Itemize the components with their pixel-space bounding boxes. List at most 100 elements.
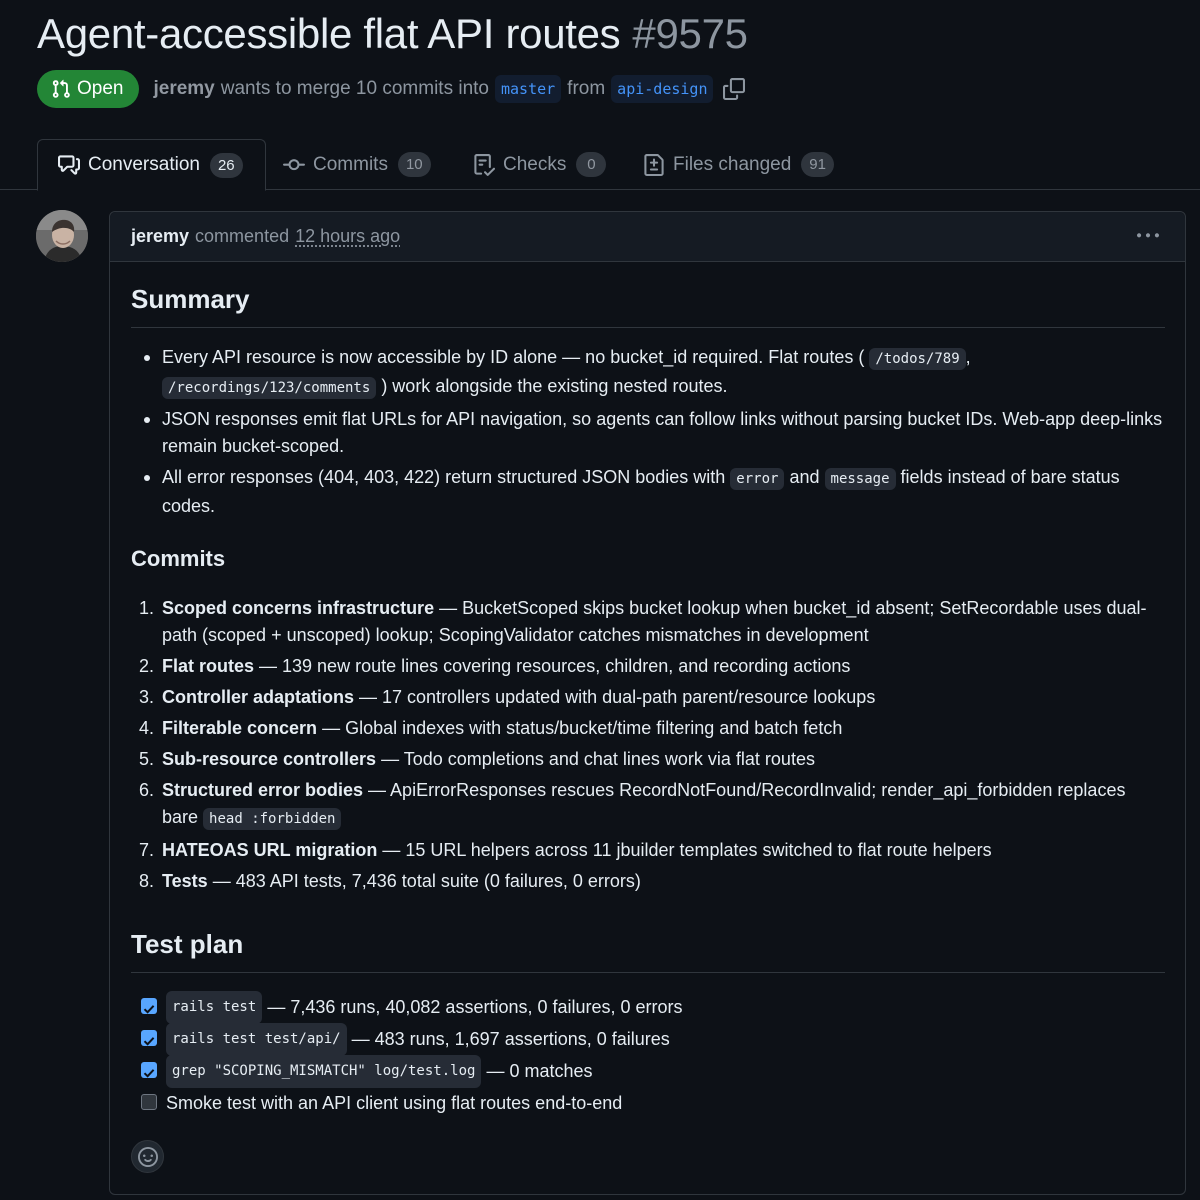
commit-description: — 483 API tests, 7,436 total suite (0 fa… [207, 871, 641, 891]
task-checkbox-checked[interactable] [141, 998, 157, 1014]
comment-discussion-icon [58, 155, 80, 175]
commits-heading: Commits [131, 546, 226, 571]
checklist-icon [474, 153, 495, 176]
list-item: Every API resource is now accessible by … [131, 344, 1165, 402]
test-plan-list: rails test — 7,436 runs, 40,082 assertio… [131, 990, 1165, 1119]
task-checkbox-checked[interactable] [141, 1062, 157, 1078]
tab-files-changed-label: Files changed [673, 153, 792, 175]
tab-conversation-label: Conversation [88, 154, 200, 175]
pr-meta-row: Open jeremy wants to merge 10 commits in… [37, 70, 746, 108]
add-reaction-button[interactable] [131, 1140, 164, 1173]
tab-commits[interactable]: Commits 10 [283, 139, 431, 190]
merge-text: wants to merge 10 commits into [220, 78, 489, 99]
pr-title: Agent-accessible flat API routes #9575 [37, 10, 748, 58]
inline-code: rails test [166, 990, 263, 1024]
inline-code: grep "SCOPING_MISMATCH" log/test.log [166, 1054, 482, 1088]
list-number: 1. [139, 598, 155, 618]
list-item: 7. HATEOAS URL migration — 15 URL helpers… [131, 837, 1165, 864]
summary-text: Every API resource is now accessible by … [162, 347, 865, 367]
pr-tabs: Conversation 26 Commits 10 Checks 0 File… [0, 139, 1200, 191]
commit-description: — 15 URL helpers across 11 jbuilder temp… [377, 840, 992, 860]
commit-title: HATEOAS URL migration [162, 840, 378, 860]
list-number: 8. [139, 871, 155, 891]
summary-text: JSON responses emit flat URLs for API na… [162, 409, 1163, 456]
task-item: rails test test/api/ — 483 runs, 1,697 a… [131, 1022, 1165, 1056]
avatar[interactable] [36, 210, 88, 262]
check-icon [143, 1069, 155, 1078]
task-item: grep "SCOPING_MISMATCH" log/test.log — 0… [131, 1054, 1165, 1088]
git-commit-icon [283, 158, 305, 170]
comment-menu-button[interactable] [1137, 225, 1159, 253]
commit-title: Scoped concerns infrastructure [162, 598, 435, 618]
tab-files-changed[interactable]: Files changed 91 [643, 139, 834, 190]
task-text: Smoke test with an API client using flat… [166, 1092, 623, 1113]
summary-text: ) work alongside the existing nested rou… [381, 376, 728, 396]
commit-title: Sub-resource controllers [162, 749, 377, 769]
list-number: 4. [139, 718, 155, 738]
inline-code: message [824, 468, 896, 490]
inline-code: rails test test/api/ [166, 1022, 347, 1056]
commits-list: 1. Scoped concerns infrastructure — Bucke… [131, 595, 1165, 899]
task-text: — 483 runs, 1,697 assertions, 0 failures [351, 1028, 670, 1049]
pr-title-text: Agent-accessible flat API routes [37, 10, 621, 57]
comment-action: commented [195, 226, 290, 246]
commit-description: — 17 controllers updated with dual-path … [354, 687, 876, 707]
check-icon [143, 1005, 155, 1014]
commit-description: — 139 new route lines covering resources… [254, 656, 851, 676]
pr-author-link[interactable]: jeremy [153, 78, 214, 100]
state-label: Open [77, 78, 124, 99]
head-branch[interactable]: api-design [611, 75, 714, 103]
task-checkbox-checked[interactable] [141, 1030, 157, 1046]
list-number: 6. [139, 780, 155, 800]
list-item: 3. Controller adaptations — 17 controller… [131, 684, 1165, 711]
summary-list: Every API resource is now accessible by … [131, 344, 1165, 524]
comment-header: jeremy commented 12 hours ago [110, 212, 1185, 262]
test-plan-heading: Test plan [131, 929, 1165, 973]
comment-author[interactable]: jeremy [131, 226, 189, 247]
git-pull-request-icon [52, 79, 70, 98]
summary-heading: Summary [131, 284, 1165, 328]
task-text: — 7,436 runs, 40,082 assertions, 0 failu… [267, 996, 683, 1017]
base-branch[interactable]: master [494, 75, 562, 103]
task-checkbox-unchecked[interactable] [141, 1094, 157, 1110]
comment-box: jeremy commented 12 hours ago Summary Ev… [109, 211, 1186, 1195]
list-item: 2. Flat routes — 139 new route lines cove… [131, 653, 1165, 680]
tab-checks[interactable]: Checks 0 [473, 139, 607, 190]
tab-checks-count: 0 [576, 152, 607, 177]
commit-description: — Todo completions and chat lines work v… [376, 749, 815, 769]
tab-conversation-count: 26 [209, 152, 243, 178]
list-item: All error responses (404, 403, 422) retu… [131, 464, 1165, 520]
list-item: 5. Sub-resource controllers — Todo comple… [131, 746, 1165, 773]
tab-files-changed-count: 91 [801, 152, 834, 177]
summary-text: and [789, 467, 820, 487]
list-number: 3. [139, 687, 155, 707]
tab-conversation[interactable]: Conversation 26 [37, 139, 266, 191]
avatar-photo [36, 210, 88, 262]
task-text: — 0 matches [486, 1060, 593, 1081]
summary-text: , [965, 347, 971, 367]
file-diff-icon [644, 153, 664, 176]
from-text: from [567, 78, 606, 99]
inline-code: error [730, 468, 785, 490]
task-item: Smoke test with an API client using flat… [131, 1087, 1165, 1119]
check-icon [143, 1037, 155, 1046]
task-item: rails test — 7,436 runs, 40,082 assertio… [131, 990, 1165, 1024]
kebab-horizontal-icon [1137, 233, 1159, 238]
commit-title: Controller adaptations [162, 687, 355, 707]
list-item: 4. Filterable concern — Global indexes wi… [131, 715, 1165, 742]
state-badge: Open [37, 70, 140, 108]
list-number: 7. [139, 840, 155, 860]
tab-commits-label: Commits [313, 153, 388, 175]
commit-title: Flat routes [162, 656, 255, 676]
commit-title: Tests [162, 871, 208, 891]
commit-title: Filterable concern [162, 718, 318, 738]
comment-timestamp[interactable]: 12 hours ago [295, 226, 400, 247]
list-number: 5. [139, 749, 155, 769]
copy-branch-button[interactable] [723, 78, 746, 100]
inline-code: /recordings/123/comments [162, 377, 377, 399]
pr-number: #9575 [632, 10, 748, 57]
commit-description: — Global indexes with status/bucket/time… [317, 718, 843, 738]
inline-code: head :forbidden [203, 808, 342, 830]
merge-description: jeremy wants to merge 10 commits into ma… [153, 75, 714, 103]
inline-code: /todos/789 [869, 348, 966, 370]
